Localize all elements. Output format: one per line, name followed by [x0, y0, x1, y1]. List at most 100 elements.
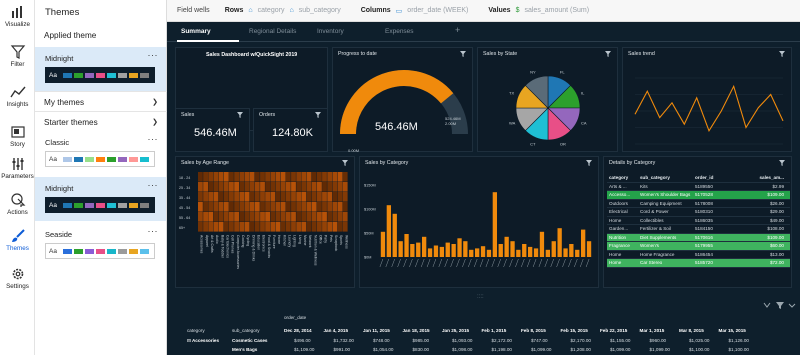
heatmap-cell[interactable]	[337, 192, 343, 202]
category-bar[interactable]	[380, 231, 386, 257]
filter-icon[interactable]	[779, 160, 785, 166]
heatmap-cell[interactable]	[280, 182, 286, 192]
heatmap-cell[interactable]	[234, 172, 239, 182]
heatmap-cell[interactable]	[322, 222, 327, 232]
heatmap-cell[interactable]	[244, 192, 250, 202]
category-bar[interactable]	[445, 242, 450, 257]
sales-by-category-visual[interactable]: Sales by Category $150M $100M $50M $0M	[359, 156, 599, 288]
heatmap-cell[interactable]	[270, 182, 276, 192]
heatmap-cell[interactable]	[332, 202, 338, 212]
heatmap-cell[interactable]	[239, 202, 245, 212]
heatmap-cell[interactable]	[301, 182, 307, 192]
rail-parameters[interactable]: Parameters	[0, 152, 35, 192]
category-bar[interactable]	[433, 245, 439, 258]
heatmap-cell[interactable]	[342, 172, 348, 182]
rail-actions[interactable]: Actions	[0, 188, 35, 228]
heatmap-cell[interactable]	[203, 182, 208, 192]
table-row[interactable]: Accesso... Women's Shoulder Bags 5170528 $1…	[607, 191, 790, 200]
category-bar[interactable]	[498, 244, 503, 257]
heatmap-cell[interactable]	[337, 172, 343, 182]
heatmap-cell[interactable]	[249, 182, 255, 192]
heatmap-cell[interactable]	[234, 212, 239, 222]
heatmap-cell[interactable]	[249, 192, 255, 202]
heatmap-cell[interactable]	[249, 172, 255, 182]
my-themes-section[interactable]: My themes ❯	[35, 91, 167, 107]
heatmap-cell[interactable]	[322, 192, 327, 202]
category-bar[interactable]	[392, 213, 397, 257]
heatmap-cell[interactable]	[198, 212, 203, 222]
heatmap-cell[interactable]	[327, 172, 333, 182]
heatmap-cell[interactable]	[213, 182, 219, 192]
category-bar[interactable]	[416, 242, 421, 257]
heatmap-cell[interactable]	[213, 172, 219, 182]
starter-themes-section[interactable]: Starter themes ❯	[35, 111, 167, 127]
rail-settings[interactable]: Settings	[0, 262, 35, 302]
heatmap-cell[interactable]	[280, 212, 286, 222]
heatmap-cell[interactable]	[280, 222, 286, 232]
heatmap-cell[interactable]	[317, 172, 322, 182]
heatmap-cell[interactable]	[270, 202, 276, 212]
heatmap-cell[interactable]	[254, 222, 260, 232]
seaside-theme-card[interactable]: Seaside ··· Aa	[35, 223, 166, 267]
table-row[interactable]: Nutrition Diet Supplements 5170616 $109.00	[607, 233, 790, 242]
heatmap-cell[interactable]	[327, 202, 333, 212]
heatmap-cell[interactable]	[342, 182, 348, 192]
heatmap-cell[interactable]	[317, 212, 322, 222]
heatmap-cell[interactable]	[311, 192, 317, 202]
heatmap-cell[interactable]	[208, 172, 214, 182]
category-bar[interactable]	[575, 249, 580, 257]
category-bar[interactable]	[569, 244, 574, 257]
heatmap-cell[interactable]	[265, 172, 270, 182]
category-bar[interactable]	[457, 238, 462, 257]
heatmap-cell[interactable]	[203, 192, 208, 202]
heatmap-cell[interactable]	[254, 212, 260, 222]
category-bar[interactable]	[545, 249, 550, 257]
category-bar[interactable]	[528, 246, 533, 257]
heatmap-cell[interactable]	[218, 172, 224, 182]
rail-insights[interactable]: Insights	[0, 80, 35, 120]
heatmap-cell[interactable]	[322, 202, 327, 212]
applied-theme-card[interactable]: Midnight ··· Aa	[35, 47, 166, 91]
heatmap-cell[interactable]	[311, 222, 317, 232]
heatmap-cell[interactable]	[337, 212, 343, 222]
heatmap-cell[interactable]	[291, 212, 296, 222]
category-bar[interactable]	[586, 241, 592, 257]
heatmap-cell[interactable]	[260, 172, 265, 182]
heatmap-cell[interactable]	[254, 202, 260, 212]
heatmap-cell[interactable]	[311, 202, 317, 212]
heatmap-cell[interactable]	[218, 182, 224, 192]
heatmap-cell[interactable]	[342, 192, 348, 202]
sort-icon[interactable]	[763, 302, 771, 309]
heatmap-cell[interactable]	[260, 182, 265, 192]
heatmap-cell[interactable]	[229, 192, 234, 202]
heatmap-cell[interactable]	[223, 202, 229, 212]
heatmap-cell[interactable]	[218, 222, 224, 232]
sales-trend-visual[interactable]: Sales trend	[622, 47, 792, 152]
category-bar[interactable]	[510, 241, 515, 257]
heatmap-cell[interactable]	[234, 202, 239, 212]
sales-by-age-visual[interactable]: Sales by Age Range 18 - 24 25 - 34 35 - 44…	[175, 156, 355, 288]
category-bar[interactable]	[522, 244, 527, 257]
resize-handle[interactable]: ::::	[477, 294, 484, 300]
heatmap-cell[interactable]	[301, 172, 307, 182]
category-bar[interactable]	[533, 248, 539, 257]
midnight-theme-card[interactable]: Midnight ··· Aa	[35, 177, 166, 221]
chevron-down-icon[interactable]: ❯	[152, 98, 158, 106]
heatmap-cell[interactable]	[254, 172, 260, 182]
table-row[interactable]: Arts & ... Kits 5189550 $2.99	[607, 183, 790, 191]
heatmap-cell[interactable]	[198, 182, 203, 192]
heatmap-cell[interactable]	[291, 202, 296, 212]
heatmap-cell[interactable]	[208, 192, 214, 202]
heatmap-cell[interactable]	[270, 172, 276, 182]
heatmap-cell[interactable]	[208, 222, 214, 232]
classic-theme-card[interactable]: Classic ··· Aa	[35, 131, 166, 175]
heatmap-cell[interactable]	[291, 172, 296, 182]
heatmap-cell[interactable]	[337, 202, 343, 212]
chevron-down-icon[interactable]	[788, 302, 796, 309]
heatmap-cell[interactable]	[322, 182, 327, 192]
heatmap-cell[interactable]	[280, 172, 286, 182]
heatmap-cell[interactable]	[229, 172, 234, 182]
heatmap-cell[interactable]	[275, 202, 281, 212]
heatmap-cell[interactable]	[337, 222, 343, 232]
heatmap-cell[interactable]	[260, 212, 265, 222]
